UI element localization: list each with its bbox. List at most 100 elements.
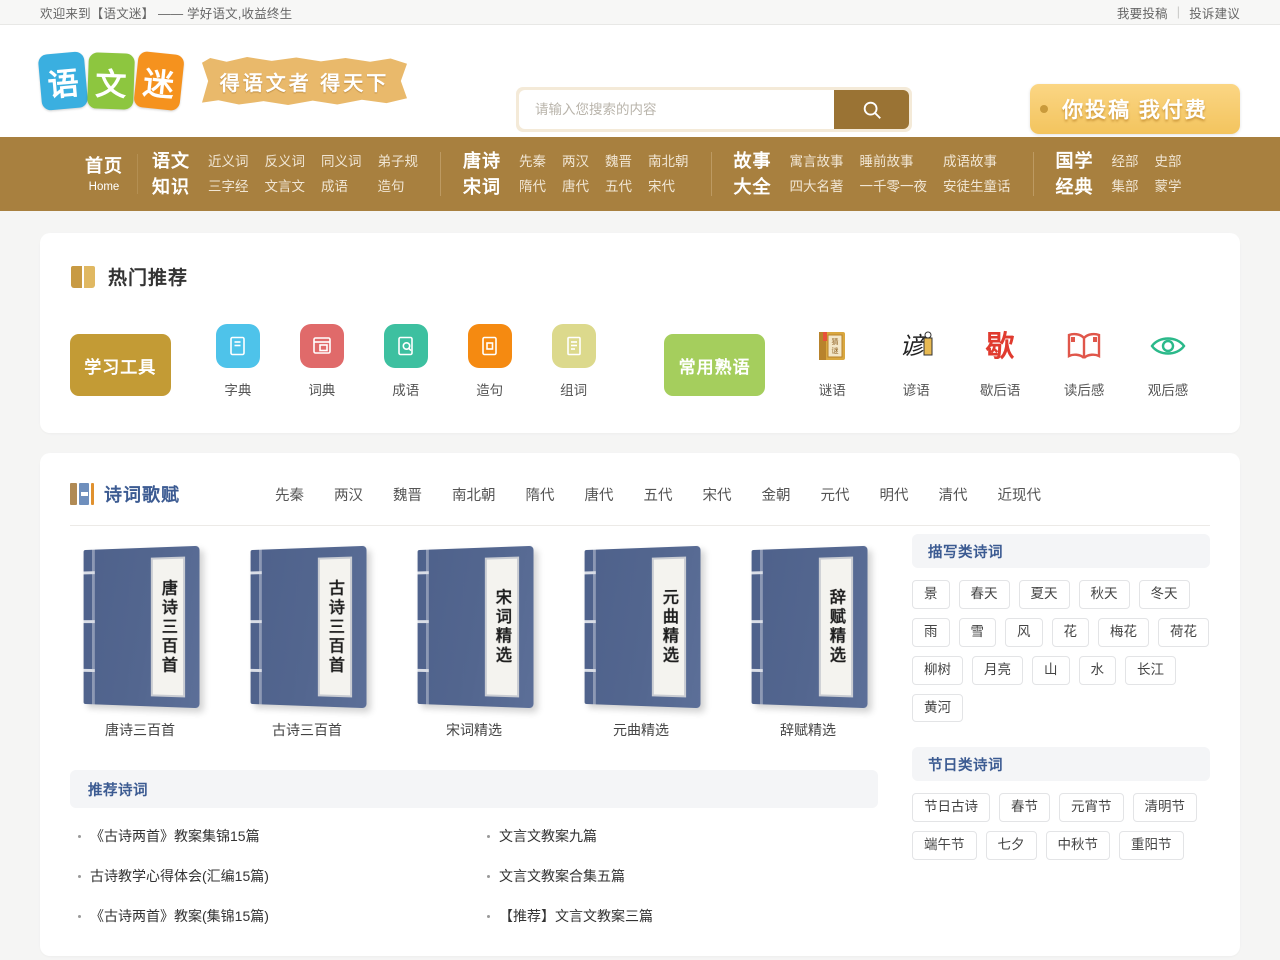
dynasty-tab-xianqin[interactable]: 先秦 (275, 484, 304, 505)
tag-item[interactable]: 梅花 (1098, 617, 1149, 647)
dynasty-tab-jinxiandai[interactable]: 近现代 (998, 484, 1042, 505)
nav-link-wudai[interactable]: 五代 (605, 176, 632, 198)
list-item[interactable]: 文言文教案合集五篇 (479, 856, 878, 896)
nav-link-shibu[interactable]: 史部 (1155, 151, 1182, 173)
promo-banner[interactable]: 你投稿 我付费 (1030, 84, 1240, 134)
dynasty-tab-tangdai[interactable]: 唐代 (585, 484, 614, 505)
tag-item[interactable]: 中秋节 (1045, 831, 1110, 861)
hot-item-yanyu[interactable]: 谚 谚语 (874, 324, 958, 399)
tag-item[interactable]: 花 (1051, 617, 1089, 647)
book-card-songci[interactable]: 宋词精选 宋词精选 (404, 545, 544, 740)
nav-link-tongyici[interactable]: 同义词 (321, 151, 362, 173)
slogan-banner: 得语文者 得天下 (202, 57, 407, 105)
dynasty-tab-wudai[interactable]: 五代 (644, 484, 673, 505)
tag-item[interactable]: 荷花 (1158, 617, 1209, 647)
nav-stories-title[interactable]: 故事 大全 (734, 148, 772, 200)
tag-item[interactable]: 长江 (1125, 655, 1176, 685)
nav-link-lianghan[interactable]: 两汉 (562, 151, 589, 173)
nav-link-chengyu-gushi[interactable]: 成语故事 (943, 151, 1011, 173)
nav-link-suidai[interactable]: 隋代 (519, 176, 546, 198)
tag-item[interactable]: 春节 (999, 793, 1050, 823)
nav-link-dizigui[interactable]: 弟子规 (378, 151, 419, 173)
dynasty-tab-jinchao[interactable]: 金朝 (762, 484, 791, 505)
nav-guoxue-title[interactable]: 国学 经典 (1056, 148, 1094, 200)
nav-link-songdai[interactable]: 宋代 (648, 176, 689, 198)
dynasty-tab-suidai[interactable]: 隋代 (526, 484, 555, 505)
dynasty-tab-weijin[interactable]: 魏晋 (393, 484, 422, 505)
book-card-cifu[interactable]: 辞赋精选 辞赋精选 (738, 545, 878, 740)
tag-item[interactable]: 景 (912, 580, 950, 609)
nav-link-tangdai[interactable]: 唐代 (562, 176, 589, 198)
dynasty-tab-lianghan[interactable]: 两汉 (334, 484, 363, 505)
common-idioms-button[interactable]: 常用熟语 (664, 334, 765, 396)
nav-link-weijin[interactable]: 魏晋 (605, 151, 632, 173)
tag-item[interactable]: 秋天 (1078, 580, 1130, 609)
book-card-yuanqu[interactable]: 元曲精选 元曲精选 (571, 545, 711, 740)
nav-link-sidamingzhu[interactable]: 四大名著 (790, 176, 844, 198)
nav-link-sanzijing[interactable]: 三字经 (208, 176, 249, 198)
dynasty-tab-qingdai[interactable]: 清代 (939, 484, 968, 505)
nav-link-shuiqian-gushi[interactable]: 睡前故事 (860, 151, 928, 173)
nav-link-nanbeichao[interactable]: 南北朝 (648, 151, 689, 173)
tag-item[interactable]: 山 (1032, 655, 1070, 685)
tag-item[interactable]: 雪 (958, 617, 996, 647)
list-item[interactable]: 文言文教案九篇 (479, 816, 878, 856)
tag-item[interactable]: 重阳节 (1119, 831, 1184, 861)
tag-item[interactable]: 水 (1078, 655, 1116, 685)
nav-link-yiqianlingyiye[interactable]: 一千零一夜 (860, 176, 928, 198)
nav-link-jingbu[interactable]: 经部 (1112, 151, 1139, 173)
tag-item[interactable]: 雨 (912, 617, 950, 647)
nav-link-yuyan-gushi[interactable]: 寓言故事 (790, 151, 844, 173)
book-card-gushi[interactable]: 古诗三百首 古诗三百首 (237, 545, 377, 740)
nav-link-zaoju[interactable]: 造句 (378, 176, 419, 198)
nav-tangshi-songci-title[interactable]: 唐诗 宋词 (463, 148, 501, 200)
hot-item-guanhougan[interactable]: 观后感 (1126, 324, 1210, 399)
list-item[interactable]: 《古诗两首》教案集锦15篇 (70, 816, 469, 856)
book-card-tangshi[interactable]: 唐诗三百首 唐诗三百首 (70, 545, 210, 740)
hot-item-zaoju[interactable]: 造句 (448, 324, 532, 399)
nav-link-jibu[interactable]: 集部 (1112, 176, 1139, 198)
feedback-link[interactable]: 投诉建议 (1189, 3, 1240, 22)
tag-item[interactable]: 风 (1005, 617, 1043, 647)
nav-link-mengxue[interactable]: 蒙学 (1155, 176, 1182, 198)
nav-link-wenyanwen[interactable]: 文言文 (265, 176, 306, 198)
hot-item-zuci[interactable]: 组词 (532, 324, 616, 399)
study-tools-button[interactable]: 学习工具 (70, 334, 171, 396)
hot-item-zidian[interactable]: 字典 (196, 324, 280, 399)
nav-link-chengyu[interactable]: 成语 (321, 176, 362, 198)
dynasty-tab-yuandai[interactable]: 元代 (821, 484, 850, 505)
hot-item-duhougan[interactable]: 读后感 (1042, 324, 1126, 399)
tag-item[interactable]: 夏天 (1018, 580, 1070, 609)
site-logo[interactable]: 语 文 迷 得语文者 得天下 (37, 50, 407, 112)
nav-link-jinyici[interactable]: 近义词 (208, 151, 249, 173)
list-item[interactable]: 古诗教学心得体会(汇编15篇) (70, 856, 469, 896)
tag-item[interactable]: 柳树 (912, 655, 963, 685)
nav-link-xianqin[interactable]: 先秦 (519, 151, 546, 173)
nav-link-fanyici[interactable]: 反义词 (265, 151, 306, 173)
tag-item[interactable]: 春天 (958, 580, 1010, 609)
dynasty-tab-nanbeichao[interactable]: 南北朝 (452, 484, 496, 505)
tag-item[interactable]: 元宵节 (1059, 793, 1124, 823)
tag-item[interactable]: 月亮 (972, 655, 1023, 685)
tag-item[interactable]: 节日古诗 (912, 793, 990, 823)
hot-item-xiehouyu[interactable]: 歇 歇后语 (958, 324, 1042, 399)
submit-article-link[interactable]: 我要投稿 (1117, 3, 1168, 22)
nav-link-antusheng[interactable]: 安徒生童话 (943, 176, 1011, 198)
nav-group-home[interactable]: 首页 Home (85, 148, 123, 200)
tag-item[interactable]: 黄河 (912, 693, 963, 723)
nav-chinese-knowledge-title[interactable]: 语文 知识 (152, 148, 190, 200)
search-input[interactable] (519, 90, 834, 129)
tag-item[interactable]: 七夕 (985, 831, 1037, 861)
list-item[interactable]: 【推荐】文言文教案三篇 (479, 896, 878, 936)
hot-item-chengyu[interactable]: 成语 (364, 324, 448, 399)
tag-item[interactable]: 冬天 (1138, 580, 1190, 609)
hot-item-cidian[interactable]: 词典 (280, 324, 364, 399)
tag-item[interactable]: 端午节 (912, 831, 977, 861)
dynasty-tab-songdai[interactable]: 宋代 (703, 484, 732, 505)
tag-item[interactable]: 清明节 (1132, 793, 1197, 823)
search-button[interactable] (834, 90, 909, 129)
list-item[interactable]: 《古诗两首》教案(集锦15篇) (70, 896, 469, 936)
dynasty-tab-mingdai[interactable]: 明代 (880, 484, 909, 505)
hot-item-miyu[interactable]: 猜 谜 谜语 (790, 324, 874, 399)
nav-home-title[interactable]: 首页 Home (85, 153, 123, 196)
